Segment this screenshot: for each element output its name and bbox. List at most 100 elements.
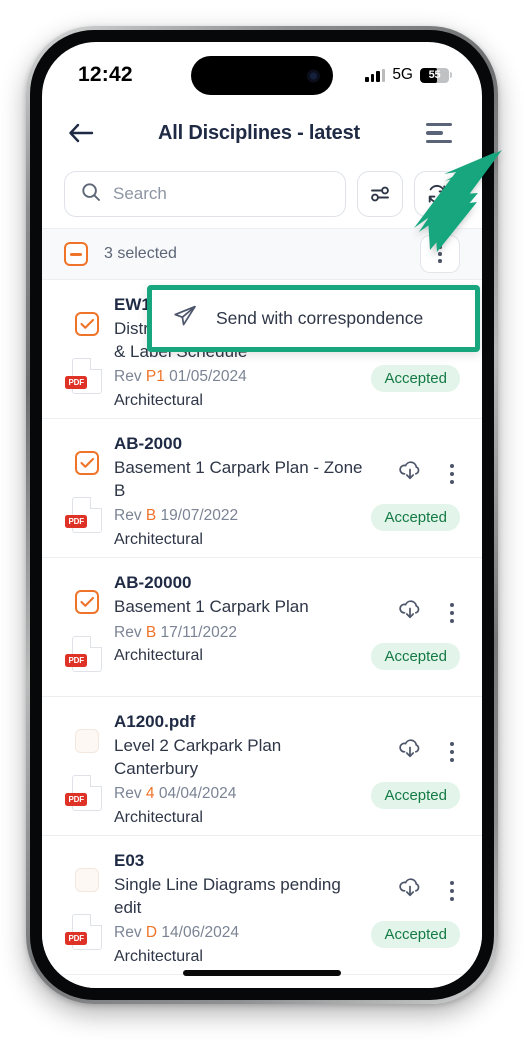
cellular-signal-icon bbox=[365, 68, 386, 82]
document-code: E03 bbox=[114, 851, 145, 870]
rev-value: P1 bbox=[145, 368, 165, 386]
document-revision: Rev B 17/11/2022 bbox=[114, 622, 364, 644]
rev-date: 01/05/2024 bbox=[169, 368, 247, 386]
row-more-options-icon[interactable] bbox=[444, 877, 460, 905]
home-indicator bbox=[183, 970, 341, 976]
cloud-download-icon[interactable] bbox=[398, 598, 422, 627]
select-all-checkbox[interactable] bbox=[64, 242, 88, 266]
network-type-label: 5G bbox=[392, 66, 413, 83]
document-code: A1200.pdf bbox=[114, 712, 196, 731]
refresh-icon[interactable] bbox=[414, 171, 460, 217]
row-content: E03 Single Line Diagrams pending edit Re… bbox=[110, 850, 364, 968]
status-time: 12:42 bbox=[78, 63, 133, 86]
pdf-file-icon: PDF bbox=[65, 358, 102, 394]
rev-label: Rev bbox=[114, 623, 142, 641]
pdf-file-icon: PDF bbox=[65, 914, 102, 950]
document-list[interactable]: PDF EW102 Distrib & Label Schedule Rev bbox=[42, 280, 482, 988]
pdf-badge-label: PDF bbox=[65, 515, 88, 528]
table-row[interactable]: PDF A1200.pdf Level 2 Carkpark Plan Cant… bbox=[42, 697, 482, 836]
pdf-file-icon: PDF bbox=[65, 497, 102, 533]
rev-label: Rev bbox=[114, 368, 142, 386]
rev-label: Rev bbox=[114, 924, 142, 942]
app-header: All Disciplines - latest bbox=[42, 104, 482, 162]
rev-date: 17/11/2022 bbox=[160, 623, 237, 641]
context-menu-highlight: Send with correspondence bbox=[147, 285, 480, 352]
rev-value: B bbox=[145, 623, 157, 641]
search-toolbar: Search bbox=[42, 164, 482, 224]
row-left-column: PDF bbox=[64, 433, 110, 533]
pdf-badge-label: PDF bbox=[65, 654, 88, 667]
document-discipline: Architectural bbox=[114, 947, 203, 965]
battery-level-label: 55 bbox=[428, 69, 441, 81]
status-indicators: 5G 55 bbox=[365, 62, 452, 84]
table-row[interactable]: PDF AB-20000 Basement 1 Carpark Plan Rev… bbox=[42, 558, 482, 697]
document-discipline: Architectural bbox=[114, 391, 203, 409]
table-row[interactable]: PDF E03 Single Line Diagrams pending edi… bbox=[42, 836, 482, 975]
phone-frame: 12:42 5G 55 All Disciplines - latest Sea… bbox=[26, 26, 498, 1004]
rev-label: Rev bbox=[114, 785, 142, 803]
row-content: AB-2000 Basement 1 Carpark Plan - Zone B… bbox=[110, 433, 364, 551]
status-badge: Accepted bbox=[371, 643, 460, 670]
row-checkbox[interactable] bbox=[75, 451, 99, 475]
menu-item-label: Send with correspondence bbox=[216, 308, 424, 328]
back-arrow-icon[interactable] bbox=[64, 116, 98, 150]
row-checkbox[interactable] bbox=[75, 590, 99, 614]
cloud-download-icon[interactable] bbox=[398, 737, 422, 766]
document-revision: Rev B 19/07/2022 bbox=[114, 505, 364, 527]
row-actions: Accepted bbox=[364, 850, 460, 948]
row-actions: Accepted bbox=[364, 711, 460, 809]
rev-date: 14/06/2024 bbox=[161, 924, 239, 942]
row-left-column: PDF bbox=[64, 850, 110, 950]
cloud-download-icon[interactable] bbox=[398, 459, 422, 488]
document-revision: Rev D 14/06/2024 bbox=[114, 922, 364, 944]
rev-value: D bbox=[145, 924, 158, 942]
dynamic-island bbox=[191, 56, 333, 95]
row-left-column: PDF bbox=[64, 711, 110, 811]
row-more-options-icon[interactable] bbox=[444, 738, 460, 766]
row-content: A1200.pdf Level 2 Carkpark Plan Canterbu… bbox=[110, 711, 364, 829]
rev-date: 04/04/2024 bbox=[158, 785, 237, 803]
table-row[interactable]: PDF AB-2000 Basement 1 Carpark Plan - Zo… bbox=[42, 419, 482, 558]
document-title: Level 2 Carkpark Plan Canterbury bbox=[114, 736, 282, 778]
rev-label: Rev bbox=[114, 507, 142, 525]
search-input[interactable]: Search bbox=[64, 171, 346, 217]
pdf-badge-label: PDF bbox=[65, 932, 88, 945]
filter-sliders-icon[interactable] bbox=[357, 171, 403, 217]
rev-value: B bbox=[145, 507, 157, 525]
row-actions: Accepted bbox=[364, 572, 460, 670]
document-discipline: Architectural bbox=[114, 647, 203, 665]
hamburger-menu-icon[interactable] bbox=[426, 116, 460, 150]
row-content: AB-20000 Basement 1 Carpark Plan Rev B 1… bbox=[110, 572, 364, 667]
menu-item-send-with-correspondence[interactable]: Send with correspondence bbox=[152, 290, 475, 347]
send-paper-plane-icon bbox=[172, 303, 198, 334]
row-more-options-icon[interactable] bbox=[444, 599, 460, 627]
pdf-file-icon: PDF bbox=[65, 636, 102, 672]
cloud-download-icon[interactable] bbox=[398, 876, 422, 905]
row-checkbox[interactable] bbox=[75, 312, 99, 336]
row-actions: Accepted bbox=[364, 433, 460, 531]
row-checkbox[interactable] bbox=[75, 868, 99, 892]
row-checkbox[interactable] bbox=[75, 729, 99, 753]
pdf-file-icon: PDF bbox=[65, 775, 102, 811]
rev-date: 19/07/2022 bbox=[160, 507, 239, 525]
document-title: Basement 1 Carpark Plan bbox=[114, 597, 309, 617]
phone-bezel: 12:42 5G 55 All Disciplines - latest Sea… bbox=[30, 30, 494, 1000]
search-placeholder: Search bbox=[113, 184, 167, 203]
search-icon bbox=[81, 182, 101, 207]
document-discipline: Architectural bbox=[114, 530, 203, 548]
phone-screen: 12:42 5G 55 All Disciplines - latest Sea… bbox=[42, 42, 482, 988]
status-badge: Accepted bbox=[371, 921, 460, 948]
document-title: Single Line Diagrams pending edit bbox=[114, 875, 341, 917]
selection-bar-kebab-button[interactable] bbox=[420, 235, 460, 273]
status-badge: Accepted bbox=[371, 782, 460, 809]
row-left-column: PDF bbox=[64, 294, 110, 394]
document-code: AB-2000 bbox=[114, 434, 183, 453]
page-title: All Disciplines - latest bbox=[158, 121, 360, 144]
status-badge: Accepted bbox=[371, 504, 460, 531]
document-discipline: Architectural bbox=[114, 808, 203, 826]
selection-bar: 3 selected bbox=[42, 228, 482, 280]
document-code: AB-20000 bbox=[114, 573, 192, 592]
row-more-options-icon[interactable] bbox=[444, 460, 460, 488]
selected-count-label: 3 selected bbox=[104, 245, 177, 262]
document-revision: Rev P1 01/05/2024 bbox=[114, 366, 364, 388]
